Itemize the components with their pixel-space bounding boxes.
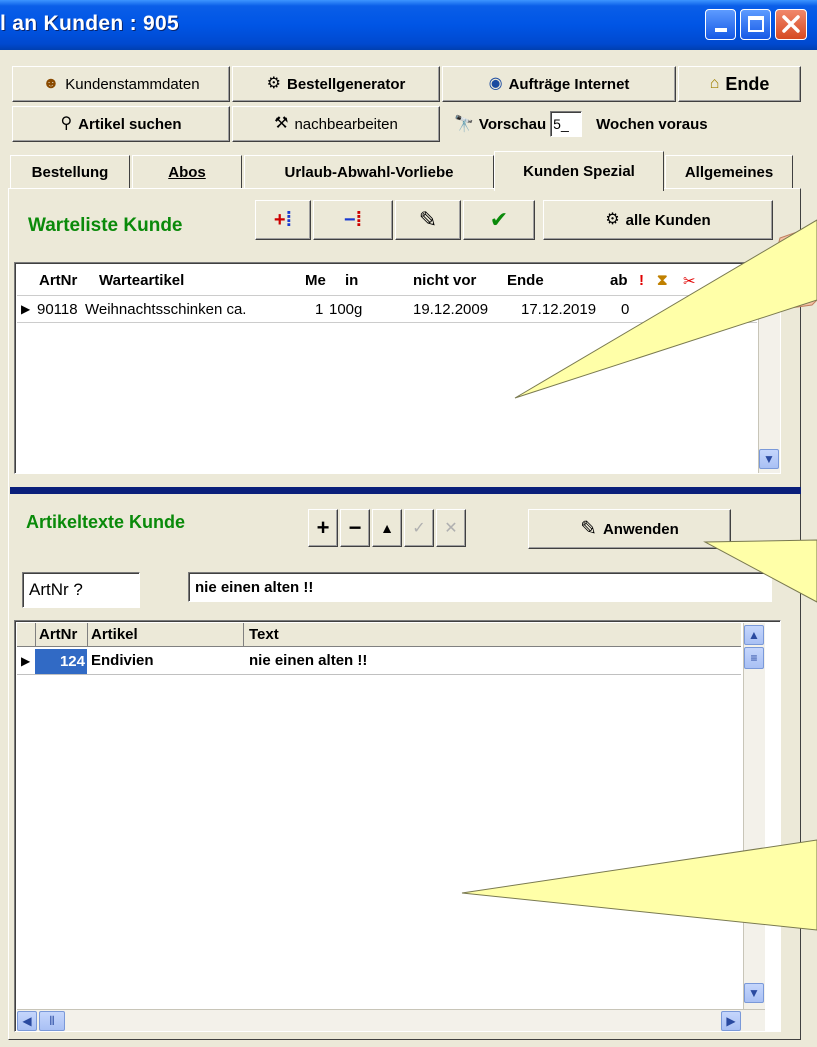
tab-kunden-spezial[interactable]: Kunden Spezial (494, 151, 664, 191)
tab-label: Kunden Spezial (523, 163, 635, 180)
callout-balloon-3 (461, 839, 817, 931)
callout-overlay (461, 219, 817, 931)
application-window: l an Kunden : 905 ☻ Kundenstammdaten ⚙ B… (0, 0, 817, 1047)
callout-balloon-2 (703, 539, 817, 603)
callout-balloon-1 (514, 219, 817, 399)
